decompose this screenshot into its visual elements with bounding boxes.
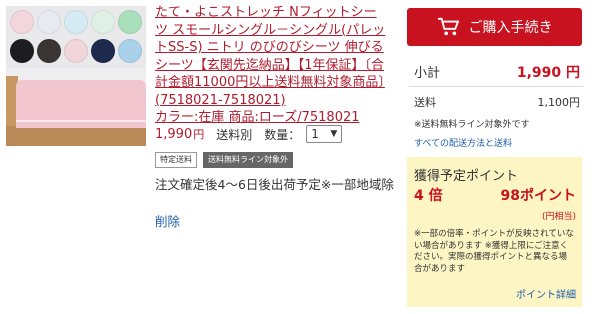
shipping-value: 1,100円: [537, 96, 581, 109]
product-title-link[interactable]: たて・よこストレッチ Nフィットシーツ スモールシングル－シングル(パレットSS…: [155, 4, 387, 127]
product-tags: 特定送料 送料無料ライン対象外: [155, 152, 293, 168]
chevron-down-icon: ▼: [330, 129, 338, 139]
shipping-schedule-note: 注文確定後4～6日後出荷予定※一部地域除: [155, 177, 394, 192]
shipping-label: 送料: [414, 96, 436, 109]
price-row: 1,990 円 送料別 数量： 1 ▼: [155, 124, 343, 144]
quantity-label: 数量：: [264, 127, 301, 142]
cart-icon: [437, 17, 459, 36]
swatch: [37, 10, 61, 34]
points-multiplier: 4 倍: [414, 188, 443, 204]
subtotal-value: 1,990 円: [516, 65, 580, 81]
swatch: [91, 10, 115, 34]
points-title: 獲得予定ポイント: [414, 169, 519, 184]
bed-mattress: [16, 80, 146, 128]
points-notes: ※一部の倍率・ポイントが反映されていない場合があります ※獲得上限にご注意くださ…: [414, 229, 574, 274]
swatch: [10, 39, 34, 63]
swatch: [64, 10, 88, 34]
points-detail-link[interactable]: ポイント詳細: [516, 286, 576, 301]
color-swatches-row2: [10, 39, 142, 65]
points-amount: 98ポイント: [500, 188, 576, 204]
swatch: [64, 39, 88, 63]
color-swatches-row1: [10, 10, 142, 36]
points-box: 獲得予定ポイント 4 倍 98ポイント (円相当) ※一部の倍率・ポイントが反映…: [407, 157, 582, 307]
swatch: [91, 39, 115, 63]
unit-price: 1,990: [155, 126, 193, 142]
delete-link[interactable]: 削除: [155, 211, 180, 230]
product-title[interactable]: たて・よこストレッチ Nフィットシーツ スモールシングル－シングル(パレットSS…: [155, 5, 385, 108]
checkout-button-label: ご購入手続き: [468, 20, 553, 36]
swatch: [37, 39, 61, 63]
swatch: [118, 10, 142, 34]
shipping-methods-link[interactable]: すべての配送方法と送料: [414, 136, 512, 149]
subtotal-label: 小計: [414, 66, 441, 81]
divider: [409, 86, 583, 87]
quantity-select[interactable]: 1 ▼: [306, 125, 343, 143]
tag-free-shipping-excluded: 送料無料ライン対象外: [203, 152, 293, 168]
checkout-button[interactable]: ご購入手続き: [407, 8, 582, 46]
tag-special-shipping: 特定送料: [155, 152, 197, 168]
bed-frame: [6, 126, 146, 146]
swatch: [118, 39, 142, 63]
points-equivalent: (円相当): [541, 212, 576, 222]
quantity-value: 1: [311, 127, 319, 141]
free-shipping-note: ※送料無料ライン対象外です: [414, 120, 530, 130]
shipping-separate-label: 送料別: [216, 127, 253, 142]
subtotal-row: 小計 1,990 円: [414, 62, 580, 82]
swatch: [10, 10, 34, 34]
product-image[interactable]: [6, 6, 146, 146]
price-unit: 円: [193, 128, 205, 141]
shipping-row: 送料 1,100円: [414, 94, 580, 110]
